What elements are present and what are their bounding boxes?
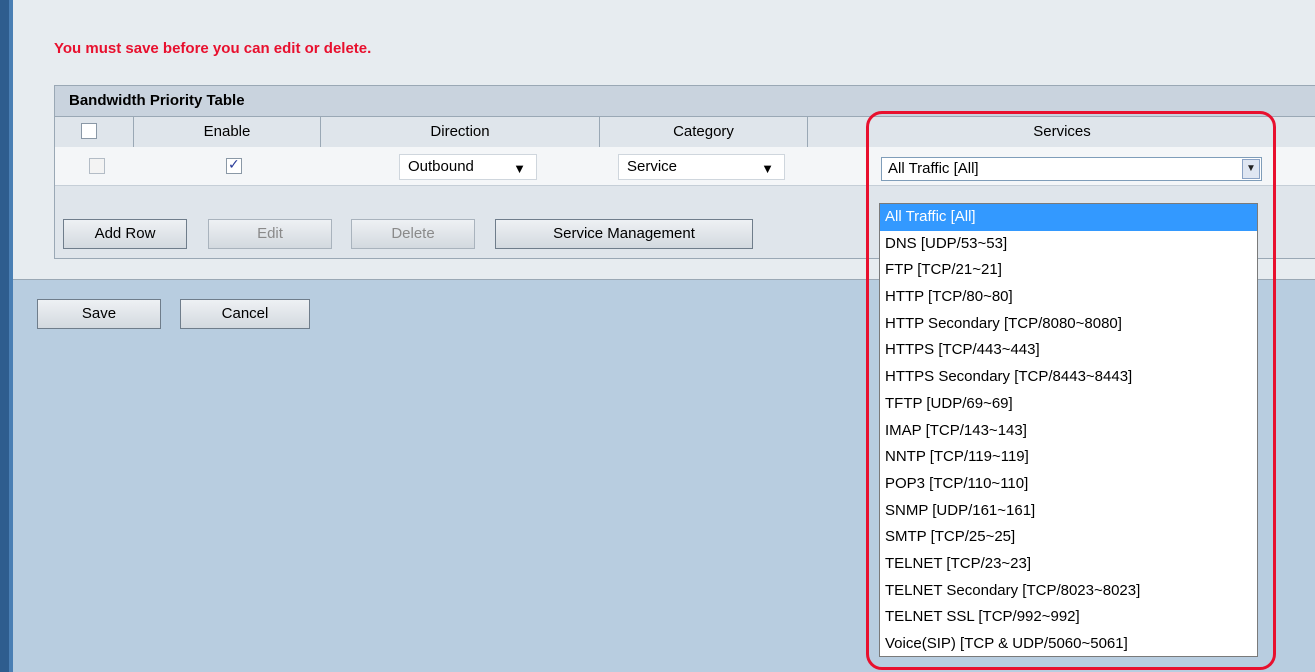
service-option[interactable]: POP3 [TCP/110~110] — [880, 471, 1257, 498]
service-option[interactable]: TELNET [TCP/23~23] — [880, 551, 1257, 578]
header-category: Category — [673, 123, 734, 140]
select-all-checkbox[interactable] — [81, 123, 97, 139]
service-option[interactable]: DNS [UDP/53~53] — [880, 231, 1257, 258]
row-select-checkbox[interactable] — [89, 158, 105, 174]
table-row: Outbound ▼ Service ▼ All Traffic [All] ▼ — [55, 147, 1315, 186]
table-title: Bandwidth Priority Table — [55, 86, 1315, 116]
service-option[interactable]: HTTP [TCP/80~80] — [880, 284, 1257, 311]
service-option[interactable]: HTTPS Secondary [TCP/8443~8443] — [880, 364, 1257, 391]
service-option[interactable]: FTP [TCP/21~21] — [880, 257, 1257, 284]
chevron-down-icon: ▼ — [513, 161, 526, 176]
services-dropdown-list: All Traffic [All] DNS [UDP/53~53] FTP [TCP… — [879, 203, 1258, 657]
service-option[interactable]: SNMP [UDP/161~161] — [880, 498, 1257, 525]
service-option[interactable]: NNTP [TCP/119~119] — [880, 444, 1257, 471]
service-option[interactable]: TELNET Secondary [TCP/8023~8023] — [880, 578, 1257, 605]
category-select[interactable]: Service ▼ — [618, 154, 785, 180]
header-enable: Enable — [203, 123, 251, 140]
service-option[interactable]: HTTP Secondary [TCP/8080~8080] — [880, 311, 1257, 338]
edit-button[interactable]: Edit — [208, 219, 332, 249]
direction-value: Outbound — [408, 158, 474, 175]
service-option[interactable]: HTTPS [TCP/443~443] — [880, 337, 1257, 364]
delete-button[interactable]: Delete — [351, 219, 475, 249]
service-option[interactable]: TFTP [UDP/69~69] — [880, 391, 1257, 418]
service-option[interactable]: All Traffic [All] — [880, 204, 1257, 231]
header-direction: Direction — [430, 123, 490, 140]
services-select[interactable]: All Traffic [All] ▼ — [881, 157, 1262, 181]
service-option[interactable]: Voice(SIP) [TCP & UDP/5060~5061] — [880, 631, 1257, 658]
service-option[interactable]: IMAP [TCP/143~143] — [880, 418, 1257, 445]
service-option[interactable]: TELNET SSL [TCP/992~992] — [880, 604, 1257, 631]
cancel-button[interactable]: Cancel — [180, 299, 310, 329]
service-management-button[interactable]: Service Management — [495, 219, 753, 249]
chevron-down-icon: ▼ — [761, 161, 774, 176]
row-enable-checkbox[interactable] — [226, 156, 242, 174]
dropdown-arrow-icon[interactable]: ▼ — [1242, 159, 1260, 179]
add-row-button[interactable]: Add Row — [63, 219, 187, 249]
direction-select[interactable]: Outbound ▼ — [399, 154, 537, 180]
header-services: Services — [1033, 123, 1091, 140]
service-option[interactable]: SMTP [TCP/25~25] — [880, 524, 1257, 551]
save-button[interactable]: Save — [37, 299, 161, 329]
table-header-row: Enable Direction Category Services — [55, 116, 1315, 148]
category-value: Service — [627, 158, 678, 175]
services-value: All Traffic [All] — [888, 160, 979, 177]
save-warning: You must save before you can edit or del… — [54, 40, 372, 57]
